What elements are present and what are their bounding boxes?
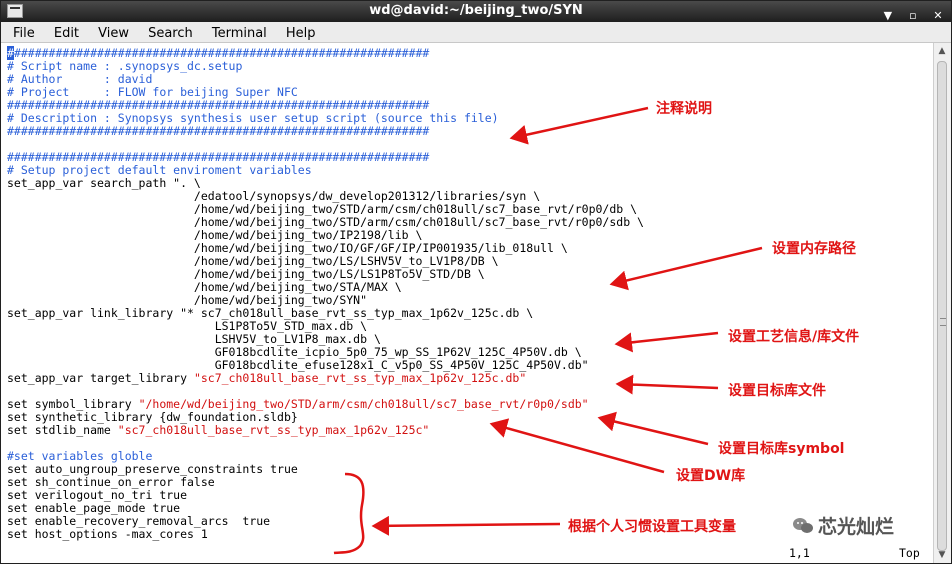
line-segment: # Description : Synopsys synthesis user … xyxy=(7,111,499,125)
line-segment: set enable_recovery_removal_arcs true xyxy=(7,514,271,528)
line-segment: ########################################… xyxy=(13,46,430,60)
line-segment: # Setup project default enviroment varia… xyxy=(7,163,312,177)
terminal-line: set_app_var target_library "sc7_ch018ull… xyxy=(7,372,526,385)
line-segment: ########################################… xyxy=(7,124,430,138)
annotation-search-path: 设置内存路径 xyxy=(772,241,856,257)
terminal-text-area[interactable]: ########################################… xyxy=(1,43,934,563)
wechat-icon xyxy=(793,518,813,533)
menu-help[interactable]: Help xyxy=(286,24,316,44)
line-segment: set stdlib_name xyxy=(7,423,118,437)
annotation-comment: 注释说明 xyxy=(656,101,712,117)
line-segment: set_app_var link_library "* sc7_ch018ull… xyxy=(7,306,534,320)
line-segment: set host_options -max_cores 1 xyxy=(7,527,208,541)
scroll-position: Top xyxy=(899,546,920,560)
line-segment: "sc7_ch018ull_base_rvt_ss_typ_max_1p62v_… xyxy=(193,371,527,385)
line-segment: set sh_continue_on_error false xyxy=(7,475,215,489)
line-segment: /home/wd/beijing_two/IP2198/lib \ xyxy=(7,228,423,242)
line-segment: set verilogout_no_tri true xyxy=(7,488,188,502)
annotation-target-library: 设置目标库文件 xyxy=(728,383,826,399)
maximize-icon[interactable]: ▫ xyxy=(906,9,920,23)
line-segment: set symbol_library xyxy=(7,397,139,411)
line-segment: ########################################… xyxy=(7,150,430,164)
terminal-line: set stdlib_name "sc7_ch018ull_base_rvt_s… xyxy=(7,424,429,437)
menu-search[interactable]: Search xyxy=(148,24,193,44)
watermark: 芯光灿烂 xyxy=(792,512,894,539)
annotation-symbol: 设置目标库symbol xyxy=(718,441,845,457)
line-segment: set_app_var target_library xyxy=(7,371,194,385)
menu-edit[interactable]: Edit xyxy=(54,24,79,44)
vertical-scrollbar[interactable]: ▲ ▼ xyxy=(933,43,951,563)
line-segment: set_app_var search_path ". \ xyxy=(7,176,201,190)
line-segment: "sc7_ch018ull_base_rvt_ss_typ_max_1p62v_… xyxy=(117,423,430,437)
terminal-line: set host_options -max_cores 1 xyxy=(7,528,208,541)
menu-bar: File Edit View Search Terminal Help xyxy=(1,22,951,43)
line-segment: GF018bcdlite_efuse128x1_C_v5p0_SS_4P50V_… xyxy=(7,358,589,372)
terminal-window: wd@david:~/beijing_two/SYN ▼ ▫ ✕ File Ed… xyxy=(0,0,952,564)
line-segment: /home/wd/beijing_two/STA/MAX \ xyxy=(7,280,402,294)
line-segment: GF018bcdlite_icpio_5p0_75_wp_SS_1P62V_12… xyxy=(7,345,582,359)
line-segment: # Project : FLOW for beijing Super NFC xyxy=(7,85,298,99)
line-segment: ########################################… xyxy=(7,98,430,112)
terminal-line: ########################################… xyxy=(7,125,429,138)
scroll-down-icon[interactable]: ▼ xyxy=(936,549,948,561)
line-segment: /home/wd/beijing_two/LS/LSHV5V_to_LV1P8/… xyxy=(7,254,499,268)
annotation-dw: 设置DW库 xyxy=(676,468,746,484)
window-title: wd@david:~/beijing_two/SYN xyxy=(369,3,583,18)
line-segment: /home/wd/beijing_two/IO/GF/GF/IP/IP00193… xyxy=(7,241,568,255)
line-segment: "/home/wd/beijing_two/STD/arm/csm/ch018u… xyxy=(138,397,589,411)
line-segment: set enable_page_mode true xyxy=(7,501,181,515)
line-segment: /home/wd/beijing_two/STD/arm/csm/ch018ul… xyxy=(7,202,638,216)
scroll-up-icon[interactable]: ▲ xyxy=(936,45,948,57)
line-segment: #set variables globle xyxy=(7,449,153,463)
line-segment: LSHV5V_to_LV1P8_max.db \ xyxy=(7,332,381,346)
line-segment: set auto_ungroup_preserve_constraints tr… xyxy=(7,462,298,476)
line-segment: # Author : david xyxy=(7,72,153,86)
annotation-link-library: 设置工艺信息/库文件 xyxy=(728,329,860,345)
line-segment: # Script name : .synopsys_dc.setup xyxy=(7,59,243,73)
scrollbar-thumb[interactable] xyxy=(937,61,947,551)
watermark-text: 芯光灿烂 xyxy=(818,516,895,538)
menu-view[interactable]: View xyxy=(98,24,129,44)
line-segment: set synthetic_library {dw_foundation.sld… xyxy=(7,410,298,424)
line-segment: /home/wd/beijing_two/STD/arm/csm/ch018ul… xyxy=(7,215,644,229)
line-segment: /home/wd/beijing_two/SYN" xyxy=(7,293,368,307)
text-cursor: # xyxy=(7,46,14,60)
line-segment: LS1P8To5V_STD_max.db \ xyxy=(7,319,368,333)
annotation-tool-vars: 根据个人习惯设置工具变量 xyxy=(568,519,736,535)
cursor-position: 1,1 xyxy=(789,546,810,560)
title-bar[interactable]: wd@david:~/beijing_two/SYN ▼ ▫ ✕ xyxy=(1,1,951,22)
minimize-icon[interactable]: ▼ xyxy=(881,9,895,23)
line-segment: /edatool/synopsys/dw_develop201312/libra… xyxy=(7,189,541,203)
close-icon[interactable]: ✕ xyxy=(931,9,945,23)
menu-file[interactable]: File xyxy=(13,24,35,44)
line-segment: /home/wd/beijing_two/LS/LS1P8To5V_STD/DB… xyxy=(7,267,485,281)
menu-terminal[interactable]: Terminal xyxy=(212,24,267,44)
